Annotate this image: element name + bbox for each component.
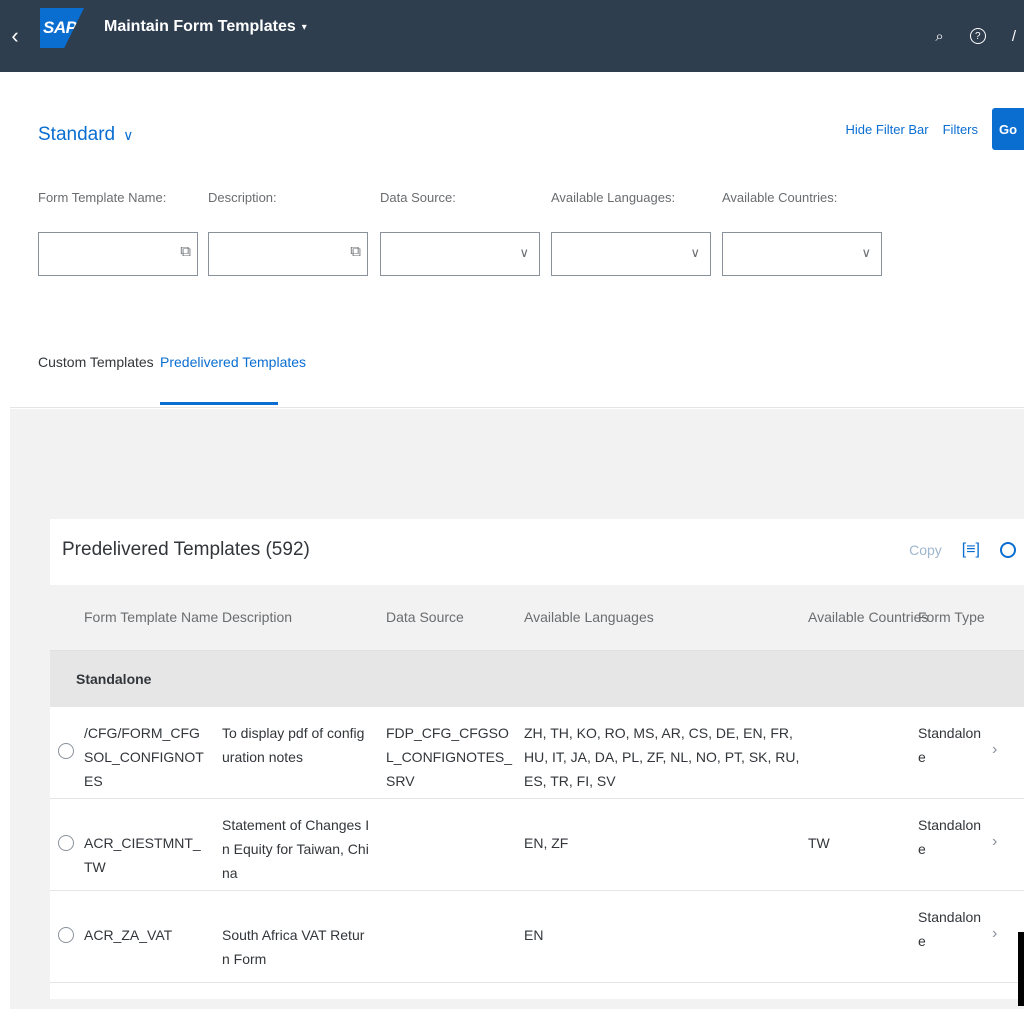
field-label: Data Source: bbox=[380, 190, 456, 205]
table-row[interactable]: ACR_ZA_VAT South Africa VAT Return Form … bbox=[50, 891, 1024, 983]
filters-button[interactable]: Filters bbox=[943, 122, 978, 137]
app-title-menu[interactable]: Maintain Form Templates ▾ bbox=[104, 18, 307, 36]
filter-description: Description: ⧉ bbox=[208, 190, 368, 276]
caret-down-icon: ▾ bbox=[301, 21, 307, 33]
available-countries-select[interactable]: ∨ bbox=[722, 232, 882, 276]
field-label: Available Languages: bbox=[551, 190, 676, 205]
field-label: Description: bbox=[208, 190, 277, 205]
column-header[interactable]: Available Countries bbox=[808, 609, 928, 625]
variant-label: Standard bbox=[38, 124, 116, 145]
row-select-radio[interactable] bbox=[58, 835, 74, 851]
cell-description: To display pdf of configuration notes bbox=[222, 725, 365, 765]
dropdown-arrow-icon[interactable]: ∨ bbox=[519, 245, 529, 261]
cell-form-type: Standalone bbox=[918, 817, 982, 857]
go-button[interactable]: Go bbox=[992, 108, 1024, 150]
predelivered-templates-table: Predelivered Templates (592) Copy [≡] Fo… bbox=[50, 519, 1024, 999]
app-title: Maintain Form Templates bbox=[104, 18, 296, 35]
help-icon[interactable]: ? bbox=[969, 28, 986, 44]
group-header-row: Standalone bbox=[50, 651, 1024, 707]
cell-description: Statement of Changes In Equity for Taiwa… bbox=[222, 817, 370, 881]
table-toolbar: Copy [≡] bbox=[909, 541, 1016, 559]
cell-form-template-name: ACR_ZA_VAT bbox=[84, 927, 173, 943]
hide-filter-bar-button[interactable]: Hide Filter Bar bbox=[846, 122, 929, 137]
filter-bar-actions: Hide Filter Bar Filters Go bbox=[846, 108, 1024, 150]
scrollbar-thumb[interactable] bbox=[1018, 932, 1024, 1006]
description-input[interactable]: ⧉ bbox=[208, 232, 368, 276]
value-help-icon[interactable]: ⧉ bbox=[350, 243, 361, 260]
cell-description: South Africa VAT Return Form bbox=[222, 927, 365, 967]
dropdown-arrow-icon[interactable]: ∨ bbox=[861, 245, 871, 261]
table-row[interactable]: ACR_CIESTMNT_TW Statement of Changes In … bbox=[50, 799, 1024, 891]
search-icon[interactable]: ⌕ bbox=[935, 28, 943, 45]
tab-custom-templates[interactable]: Custom Templates bbox=[38, 354, 154, 370]
table-header: Form Template Name Description Data Sour… bbox=[50, 585, 1024, 651]
shell-actions: ⌕ ? / bbox=[935, 0, 1024, 72]
field-label: Available Countries: bbox=[722, 190, 838, 205]
tab-predelivered-templates[interactable]: Predelivered Templates bbox=[160, 354, 306, 370]
back-button[interactable]: ‹ bbox=[0, 0, 30, 72]
cell-data-source: FDP_CFG_CFGSOL_CONFIGNOTES_SRV bbox=[386, 725, 513, 789]
value-help-icon[interactable]: ⧉ bbox=[180, 243, 191, 260]
cell-form-template-name: /CFG/FORM_CFGSOL_CONFIGNOTES bbox=[84, 725, 204, 789]
cell-form-template-name: ACR_CIESTMNT_TW bbox=[84, 835, 201, 875]
user-icon[interactable]: / bbox=[1012, 28, 1016, 45]
form-template-name-input[interactable]: ⧉ bbox=[38, 232, 198, 276]
column-header[interactable]: Form Type bbox=[918, 609, 985, 625]
row-select-radio[interactable] bbox=[58, 743, 74, 759]
data-source-select[interactable]: ∨ bbox=[380, 232, 540, 276]
table-row[interactable]: /CFG/FORM_CFGSOL_CONFIGNOTES To display … bbox=[50, 707, 1024, 799]
field-label: Form Template Name: bbox=[38, 190, 167, 205]
shell-bar: ‹ SAP Maintain Form Templates ▾ ⌕ ? / bbox=[0, 0, 1024, 72]
cell-available-countries: TW bbox=[808, 835, 830, 851]
row-navigation-icon[interactable]: › bbox=[992, 833, 997, 851]
filter-bar: Standard ∨ Hide Filter Bar Filters Go Fo… bbox=[10, 78, 1024, 318]
filter-available-languages: Available Languages: ∨ bbox=[551, 190, 711, 276]
template-tabs: Custom Templates Predelivered Templates bbox=[10, 324, 1024, 408]
cell-available-languages: EN, ZF bbox=[524, 835, 569, 851]
available-languages-select[interactable]: ∨ bbox=[551, 232, 711, 276]
filter-form-template-name: Form Template Name: ⧉ bbox=[38, 190, 198, 276]
column-header[interactable]: Available Languages bbox=[524, 609, 654, 625]
variant-selector[interactable]: Standard ∨ bbox=[38, 124, 133, 146]
filter-available-countries: Available Countries: ∨ bbox=[722, 190, 882, 276]
sap-logo[interactable]: SAP bbox=[40, 8, 84, 48]
table-title: Predelivered Templates (592) bbox=[62, 539, 310, 560]
cell-form-type: Standalone bbox=[918, 909, 982, 949]
chevron-left-icon: ‹ bbox=[11, 23, 19, 48]
help-glyph: ? bbox=[975, 30, 981, 42]
row-navigation-icon[interactable]: › bbox=[992, 925, 997, 943]
row-navigation-icon[interactable]: › bbox=[992, 741, 997, 759]
group-label: Standalone bbox=[76, 671, 152, 687]
column-header[interactable]: Data Source bbox=[386, 609, 464, 625]
row-select-radio[interactable] bbox=[58, 927, 74, 943]
copy-button[interactable]: Copy bbox=[909, 542, 942, 558]
filter-data-source: Data Source: ∨ bbox=[380, 190, 540, 276]
column-header[interactable]: Form Template Name bbox=[84, 609, 218, 625]
settings-icon[interactable] bbox=[1000, 542, 1016, 558]
column-header[interactable]: Description bbox=[222, 609, 292, 625]
dropdown-arrow-icon[interactable]: ∨ bbox=[690, 245, 700, 261]
cell-available-languages: ZH, TH, KO, RO, MS, AR, CS, DE, EN, FR, … bbox=[524, 725, 800, 789]
export-icon[interactable]: [≡] bbox=[962, 541, 980, 559]
cell-form-type: Standalone bbox=[918, 725, 982, 765]
chevron-down-icon: ∨ bbox=[123, 126, 134, 143]
cell-available-languages: EN bbox=[524, 927, 544, 943]
content-area: Predelivered Templates (592) Copy [≡] Fo… bbox=[10, 409, 1024, 1009]
selected-tab-indicator bbox=[160, 402, 278, 405]
logo-text: SAP bbox=[43, 18, 77, 37]
